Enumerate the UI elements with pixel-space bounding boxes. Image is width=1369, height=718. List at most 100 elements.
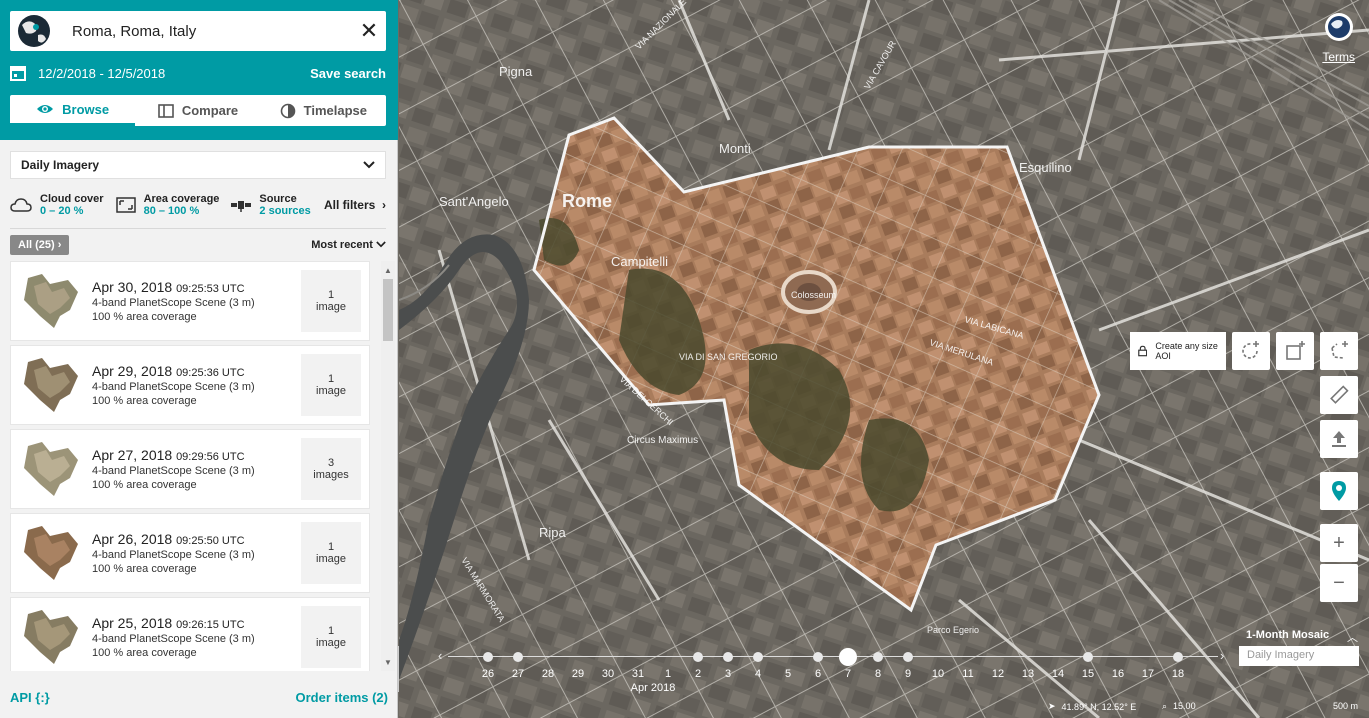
- imagery-type-select[interactable]: Daily Imagery: [10, 151, 386, 179]
- image-count[interactable]: 1 image: [301, 270, 361, 332]
- result-card[interactable]: Apr 29, 2018 09:25:36 UTC 4-band PlanetS…: [10, 345, 370, 425]
- order-items-button[interactable]: Order items (2): [296, 690, 388, 705]
- map-label-campitelli: Campitelli: [611, 254, 668, 269]
- date-timeline[interactable]: ‹ › Apr 2018 26 27 28 29 30 31 1 2 3 4 5 6 7 8 9 10 11 12…: [436, 640, 1226, 700]
- timeline-day-label[interactable]: 9: [905, 668, 911, 680]
- all-results-badge[interactable]: All (25) ›: [10, 235, 70, 255]
- planet-logo-icon[interactable]: [1324, 12, 1354, 42]
- result-date-text: Apr 29, 2018: [92, 363, 173, 379]
- timeline-day-label[interactable]: 10: [932, 668, 944, 680]
- timeline-date-dot[interactable]: [483, 652, 493, 662]
- api-link[interactable]: API {:}: [10, 690, 50, 705]
- image-count[interactable]: 1 image: [301, 522, 361, 584]
- timeline-day-label[interactable]: 29: [572, 668, 584, 680]
- mosaic-label[interactable]: 1-Month Mosaic: [1246, 629, 1329, 641]
- timeline-day-label[interactable]: 5: [785, 668, 791, 680]
- rectangle-draw-icon: [1286, 341, 1305, 360]
- timeline-date-dot[interactable]: [903, 652, 913, 662]
- image-count[interactable]: 3 images: [301, 438, 361, 500]
- measure-button[interactable]: [1320, 376, 1358, 414]
- chevron-up-icon[interactable]: ︿: [1347, 629, 1358, 645]
- timeline-selected-dot[interactable]: [839, 648, 857, 666]
- timeline-day-label[interactable]: 26: [482, 668, 494, 680]
- calendar-icon[interactable]: [10, 65, 28, 81]
- timeline-day-label[interactable]: 4: [755, 668, 761, 680]
- timeline-day-label[interactable]: 2: [695, 668, 701, 680]
- results-scrollbar[interactable]: ▲ ▼: [381, 261, 395, 671]
- result-card[interactable]: Apr 25, 2018 09:26:15 UTC 4-band PlanetS…: [10, 597, 370, 671]
- timeline-day-label[interactable]: 18: [1172, 668, 1184, 680]
- timeline-day-label[interactable]: 11: [962, 668, 973, 680]
- map-label-pigna: Pigna: [499, 64, 533, 79]
- upload-button[interactable]: [1320, 420, 1358, 458]
- timeline-date-dot[interactable]: [513, 652, 523, 662]
- zoom-in-button[interactable]: +: [1320, 524, 1358, 562]
- draw-circle-button[interactable]: [1232, 332, 1270, 370]
- place-marker-button[interactable]: [1320, 472, 1358, 510]
- result-card[interactable]: Apr 26, 2018 09:25:50 UTC 4-band PlanetS…: [10, 513, 370, 593]
- timeline-date-dot[interactable]: [693, 652, 703, 662]
- magnifier-icon: ⌕: [1162, 701, 1168, 711]
- all-filters-button[interactable]: All filters ›: [324, 198, 386, 212]
- timeline-day-label[interactable]: 8: [875, 668, 881, 680]
- timeline-next-icon[interactable]: ›: [1220, 648, 1224, 663]
- location-search[interactable]: Roma, Roma, Italy ✕: [10, 11, 386, 51]
- tab-browse[interactable]: Browse: [10, 95, 136, 126]
- timeline-day-label[interactable]: 16: [1112, 668, 1124, 680]
- cloud-cover-filter[interactable]: Cloud cover 0 – 20 %: [10, 193, 104, 217]
- timeline-day-label[interactable]: 15: [1082, 668, 1094, 680]
- coords-text: 41.89° N, 12.52° E: [1061, 701, 1137, 712]
- image-count[interactable]: 1 image: [301, 606, 361, 668]
- timeline-date-dot[interactable]: [1083, 652, 1093, 662]
- timeline-day-label[interactable]: 31: [632, 668, 644, 680]
- result-date-text: Apr 30, 2018: [92, 279, 173, 295]
- image-count[interactable]: 1 image: [301, 354, 361, 416]
- timeline-date-dot[interactable]: [753, 652, 763, 662]
- area-coverage-label: Area coverage: [143, 193, 220, 205]
- draw-polygon-button[interactable]: [1320, 332, 1358, 370]
- timeline-date-dot[interactable]: [873, 652, 883, 662]
- timeline-day-label[interactable]: 17: [1142, 668, 1154, 680]
- zoom-level: ⌕ 15.00: [1162, 701, 1196, 712]
- satellite-icon: [231, 201, 252, 212]
- image-count-unit: image: [316, 385, 346, 397]
- terms-link[interactable]: Terms: [1322, 50, 1355, 64]
- location-text[interactable]: Roma, Roma, Italy: [56, 23, 352, 40]
- scroll-thumb[interactable]: [383, 279, 393, 341]
- scroll-up-icon[interactable]: ▲: [381, 263, 395, 277]
- timeline-date-dot[interactable]: [813, 652, 823, 662]
- timeline-day-label[interactable]: 14: [1052, 668, 1064, 680]
- timeline-day-label[interactable]: 7: [845, 668, 851, 680]
- timeline-day-label[interactable]: 1: [665, 668, 671, 680]
- results-list: Apr 30, 2018 09:25:53 UTC 4-band PlanetS…: [10, 261, 370, 671]
- timeline-day-label[interactable]: 13: [1022, 668, 1034, 680]
- result-info: Apr 26, 2018 09:25:50 UTC 4-band PlanetS…: [92, 531, 301, 575]
- tab-timelapse[interactable]: Timelapse: [261, 95, 386, 126]
- timeline-date-dot[interactable]: [723, 652, 733, 662]
- timeline-day-label[interactable]: 3: [725, 668, 731, 680]
- date-range-text[interactable]: 12/2/2018 - 12/5/2018: [38, 66, 165, 81]
- timeline-day-label[interactable]: 30: [602, 668, 614, 680]
- timeline-day-label[interactable]: 28: [542, 668, 554, 680]
- zoom-out-button[interactable]: −: [1320, 564, 1358, 602]
- area-coverage-filter[interactable]: Area coverage 80 – 100 %: [115, 193, 220, 217]
- timeline-date-dot[interactable]: [1173, 652, 1183, 662]
- timeline-prev-icon[interactable]: ‹: [438, 648, 442, 663]
- draw-rectangle-button[interactable]: [1276, 332, 1314, 370]
- result-date-text: Apr 25, 2018: [92, 615, 173, 631]
- map-label-circus-maximus: Circus Maximus: [627, 435, 698, 446]
- result-card[interactable]: Apr 27, 2018 09:29:56 UTC 4-band PlanetS…: [10, 429, 370, 509]
- mosaic-type-select[interactable]: Daily Imagery: [1239, 646, 1359, 666]
- timeline-day-label[interactable]: 6: [815, 668, 821, 680]
- result-card[interactable]: Apr 30, 2018 09:25:53 UTC 4-band PlanetS…: [10, 261, 370, 341]
- eye-icon: [37, 105, 54, 113]
- save-search-button[interactable]: Save search: [310, 66, 386, 81]
- image-count-number: 1: [327, 289, 335, 301]
- timeline-day-label[interactable]: 27: [512, 668, 524, 680]
- scroll-down-icon[interactable]: ▼: [381, 655, 395, 669]
- close-icon[interactable]: ✕: [352, 11, 386, 51]
- tab-compare[interactable]: Compare: [135, 95, 260, 126]
- timeline-day-label[interactable]: 12: [992, 668, 1004, 680]
- sort-select[interactable]: Most recent: [311, 239, 386, 251]
- source-filter[interactable]: Source 2 sources: [231, 193, 311, 217]
